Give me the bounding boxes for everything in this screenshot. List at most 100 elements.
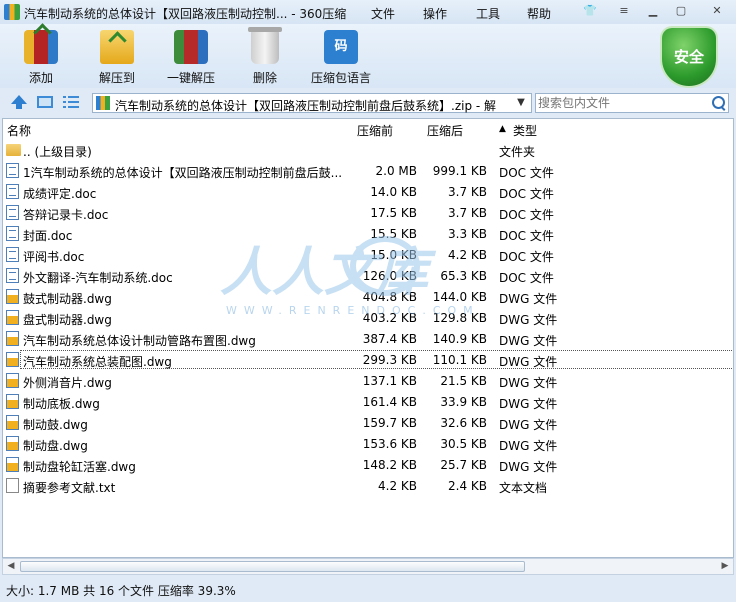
column-size[interactable]: 压缩前 [357,122,393,139]
list-item[interactable]: 制动鼓.dwg 159.7 KB 32.6 KB DWG 文件 [3,412,733,433]
doc-file-icon [6,226,19,241]
search-box [535,93,729,113]
file-size: 137.1 KB [362,374,417,388]
file-name: 评阅书.doc [23,250,85,264]
file-compressed-size: 25.7 KB [440,458,487,472]
file-name: 外文翻译-汽车制动系统.doc [23,271,173,285]
list-item-selected[interactable]: 汽车制动系统总装配图.dwg 299.3 KB 110.1 KB DWG 文件 [3,349,733,370]
menu-help[interactable]: 帮助 [527,5,551,22]
list-item[interactable]: 汽车制动系统总体设计制动管路布置图.dwg 387.4 KB 140.9 KB … [3,328,733,349]
file-name: 汽车制动系统总装配图.dwg [23,355,172,369]
scrollbar-thumb[interactable] [20,561,525,572]
file-size: 299.3 KB [362,353,417,367]
list-item[interactable]: 制动底板.dwg 161.4 KB 33.9 KB DWG 文件 [3,391,733,412]
add-button[interactable]: 添加 [8,28,74,86]
list-item[interactable]: 评阅书.doc 15.0 KB 4.2 KB DOC 文件 [3,244,733,265]
doc-file-icon [6,184,19,199]
menu-lines-icon[interactable]: ≡ [614,3,634,19]
search-input[interactable] [538,95,706,111]
list-item[interactable]: 鼓式制动器.dwg 404.8 KB 144.0 KB DWG 文件 [3,286,733,307]
folder-icon [6,144,21,156]
file-name: 盘式制动器.dwg [23,313,112,327]
column-header: 名称 压缩前 压缩后 ▲ 类型 [3,119,733,139]
dwg-file-icon [6,415,19,430]
file-type: DOC 文件 [499,229,554,243]
file-type: DWG 文件 [499,439,558,453]
file-compressed-size: 32.6 KB [440,416,487,430]
file-type: 文件夹 [499,145,536,159]
dwg-file-icon [6,394,19,409]
list-item[interactable]: 制动盘.dwg 153.6 KB 30.5 KB DWG 文件 [3,433,733,454]
list-item-parent-dir[interactable]: .. (上级目录) 文件夹 [3,139,733,160]
file-size: 148.2 KB [362,458,417,472]
file-size: 403.2 KB [362,311,417,325]
archive-language-button[interactable]: 码 压缩包语言 [308,28,374,86]
app-icon [4,4,20,20]
file-size: 153.6 KB [362,437,417,451]
dwg-file-icon [6,373,19,388]
extract-to-button[interactable]: 解压到 [84,28,150,86]
horizontal-scrollbar[interactable]: ◀ ▶ [2,558,734,575]
delete-label: 删除 [252,71,277,85]
file-size: 126.0 KB [362,269,417,283]
menu-file[interactable]: 文件 [371,5,395,22]
add-label: 添加 [28,71,53,85]
close-button[interactable]: ✕ [705,3,729,19]
search-icon[interactable] [712,96,725,109]
dwg-file-icon [6,457,19,472]
up-arrow-icon[interactable] [10,94,28,110]
doc-file-icon [6,268,19,283]
list-view-icon[interactable] [62,94,80,110]
minimize-button[interactable]: ▁ [643,3,663,19]
file-name: 摘要参考文献.txt [23,481,116,495]
column-name[interactable]: 名称 [7,122,31,139]
doc-file-icon [6,247,19,262]
file-compressed-size: 3.7 KB [448,206,487,220]
list-item[interactable]: 摘要参考文献.txt 4.2 KB 2.4 KB 文本文档 [3,475,733,496]
file-name: 制动盘.dwg [23,439,88,453]
list-item[interactable]: 制动盘轮缸活塞.dwg 148.2 KB 25.7 KB DWG 文件 [3,454,733,475]
list-item[interactable]: 成绩评定.doc 14.0 KB 3.7 KB DOC 文件 [3,181,733,202]
file-size: 4.2 KB [378,479,417,493]
security-shield-badge[interactable]: 安全 [662,28,716,86]
one-click-extract-button[interactable]: 一键解压 [158,28,224,86]
skin-shirt-icon[interactable]: 👕 [580,3,600,19]
dwg-file-icon [6,352,19,367]
file-type: DOC 文件 [499,271,554,285]
file-list[interactable]: 名称 压缩前 压缩后 ▲ 类型 .. (上级目录) 文件夹 1汽车制动系统的总体… [2,118,734,558]
file-name: 制动盘轮缸活塞.dwg [23,460,136,474]
one-click-extract-icon [174,30,208,64]
list-item[interactable]: 封面.doc 15.5 KB 3.3 KB DOC 文件 [3,223,733,244]
file-size: 159.7 KB [362,416,417,430]
address-field[interactable]: 汽车制动系统的总体设计【双回路液压制动控制前盘后鼓系统】.zip - 解 ▼ [92,93,532,113]
list-item[interactable]: 1汽车制动系统的总体设计【双回路液压制动控制前盘后鼓... 2.0 MB 999… [3,160,733,181]
file-type: DWG 文件 [499,334,558,348]
dwg-file-icon [6,310,19,325]
list-item[interactable]: 外侧消音片.dwg 137.1 KB 21.5 KB DWG 文件 [3,370,733,391]
file-type: DOC 文件 [499,250,554,264]
column-type[interactable]: 类型 [513,122,537,139]
file-compressed-size: 3.3 KB [448,227,487,241]
dwg-file-icon [6,289,19,304]
one-click-extract-label: 一键解压 [166,71,215,85]
menu-tools[interactable]: 工具 [476,5,500,22]
menu-operate[interactable]: 操作 [423,5,447,22]
zip-archive-icon [96,96,110,110]
scroll-right-arrow-icon[interactable]: ▶ [718,560,732,573]
list-item[interactable]: 盘式制动器.dwg 403.2 KB 129.8 KB DWG 文件 [3,307,733,328]
file-name: .. (上级目录) [23,145,92,159]
file-type: DOC 文件 [499,208,554,222]
file-type: DWG 文件 [499,292,558,306]
maximize-button[interactable]: ▢ [671,3,691,19]
extract-to-label: 解压到 [98,71,135,85]
file-compressed-size: 2.4 KB [448,479,487,493]
thumbnail-view-icon[interactable] [36,94,54,110]
chevron-down-icon[interactable]: ▼ [513,94,529,112]
list-item[interactable]: 外文翻译-汽车制动系统.doc 126.0 KB 65.3 KB DOC 文件 [3,265,733,286]
file-type: 文本文档 [499,481,548,495]
column-compressed[interactable]: 压缩后 [427,122,463,139]
list-item[interactable]: 答辩记录卡.doc 17.5 KB 3.7 KB DOC 文件 [3,202,733,223]
delete-button[interactable]: 删除 [232,27,298,86]
scroll-left-arrow-icon[interactable]: ◀ [4,560,18,573]
file-size: 17.5 KB [370,206,417,220]
